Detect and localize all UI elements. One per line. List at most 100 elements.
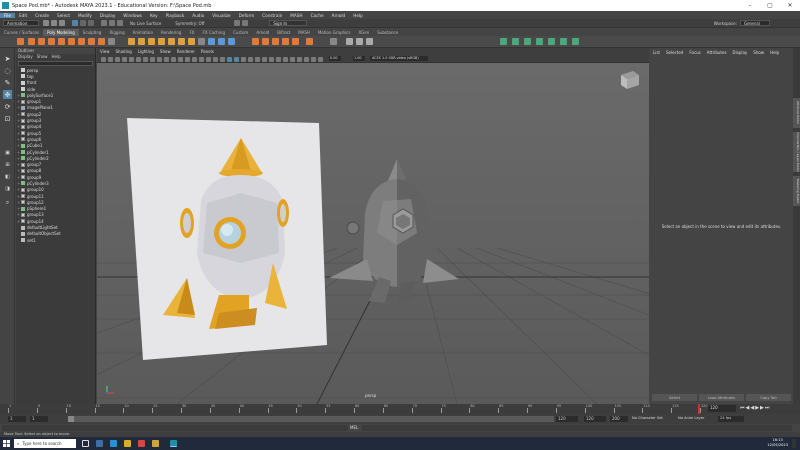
shelf-tab-fx[interactable]: FX bbox=[185, 29, 198, 36]
animation-end-field[interactable]: 200 bbox=[610, 416, 628, 422]
side-tab-modeling-toolkit[interactable]: Modeling Toolkit bbox=[793, 176, 800, 206]
outliner-search-input[interactable] bbox=[18, 61, 93, 66]
load-attributes-button[interactable]: Load Attributes bbox=[699, 394, 744, 401]
shelf-tool-icon[interactable] bbox=[272, 38, 279, 45]
taskbar-search-input[interactable]: ⌕ Type here to search bbox=[14, 439, 76, 448]
minimize-button[interactable]: – bbox=[740, 0, 760, 11]
snap-grid-icon[interactable] bbox=[101, 20, 107, 26]
outliner-menu-display[interactable]: Display bbox=[16, 54, 35, 60]
playback-start-field[interactable]: 1 bbox=[30, 416, 48, 422]
shelf-tool-icon[interactable] bbox=[48, 38, 55, 45]
attribute-menu-list[interactable]: List bbox=[650, 50, 663, 55]
shelf-tool-icon[interactable] bbox=[68, 38, 75, 45]
viewport-menu-view[interactable]: View bbox=[97, 49, 113, 54]
viewport-tool-icon[interactable] bbox=[318, 56, 323, 62]
viewport-tool-icon[interactable] bbox=[122, 56, 127, 62]
shelf-tool-icon[interactable] bbox=[346, 38, 353, 45]
menu-arnold[interactable]: Arnold bbox=[328, 13, 350, 18]
shelf-tab-animation[interactable]: Animation bbox=[129, 29, 157, 36]
current-frame-field[interactable]: 120 bbox=[708, 405, 736, 412]
shelf-tab-substance[interactable]: Substance bbox=[373, 29, 402, 36]
shelf-tab-arnold[interactable]: Arnold bbox=[252, 29, 273, 36]
menu-edit[interactable]: Edit bbox=[15, 13, 31, 18]
viewport-tool-icon[interactable] bbox=[178, 56, 183, 62]
folder-icon[interactable] bbox=[152, 440, 159, 447]
start-time-field[interactable]: 1 bbox=[8, 416, 26, 422]
maya-taskbar-icon[interactable] bbox=[170, 440, 177, 447]
anim-layer-dropdown[interactable]: No Anim Layer bbox=[678, 416, 714, 422]
range-slider-bar[interactable] bbox=[68, 416, 554, 422]
viewport-tool-icon[interactable] bbox=[171, 56, 176, 62]
select-button[interactable]: Select bbox=[652, 394, 697, 401]
shelf-tool-icon[interactable] bbox=[306, 38, 313, 45]
copy-tab-button[interactable]: Copy Tab bbox=[746, 394, 791, 401]
viewport-tool-icon[interactable] bbox=[276, 56, 281, 62]
outliner-item[interactable]: set1 bbox=[16, 237, 95, 243]
shelf-tool-icon[interactable] bbox=[282, 38, 289, 45]
viewport-tool-icon[interactable] bbox=[185, 56, 190, 62]
viewport-tool-icon[interactable] bbox=[227, 56, 232, 62]
sign-in-button[interactable]: Sign In bbox=[269, 20, 308, 26]
viewport-tool-icon[interactable] bbox=[241, 56, 246, 62]
attribute-menu-display[interactable]: Display bbox=[730, 50, 751, 55]
shelf-tool-icon[interactable] bbox=[218, 38, 225, 45]
menu-modify[interactable]: Modify bbox=[74, 13, 96, 18]
shelf-tool-icon[interactable] bbox=[188, 38, 195, 45]
save-scene-icon[interactable] bbox=[59, 20, 65, 26]
shelf-tool-icon[interactable] bbox=[168, 38, 175, 45]
playback-controls[interactable]: ⏮◀◀▶▶⏭ bbox=[740, 405, 770, 411]
shelf-tool-icon[interactable] bbox=[512, 38, 519, 45]
shelf-tool-icon[interactable] bbox=[262, 38, 269, 45]
rotate-tool-icon[interactable]: ⟳ bbox=[3, 102, 12, 111]
viewport-tool-icon[interactable] bbox=[157, 56, 162, 62]
viewport-menu-renderer[interactable]: Renderer bbox=[174, 49, 198, 54]
snap-curve-icon[interactable] bbox=[109, 20, 115, 26]
side-tab-channel-box[interactable]: Channel Box / Layer Editor bbox=[793, 132, 800, 172]
store-icon[interactable] bbox=[110, 440, 117, 447]
scale-tool-icon[interactable]: ⊡ bbox=[3, 114, 12, 123]
shelf-tool-icon[interactable] bbox=[252, 38, 259, 45]
shelf-tool-icon[interactable] bbox=[98, 38, 105, 45]
viewport-tool-icon[interactable] bbox=[311, 56, 316, 62]
symmetry-label[interactable]: Symmetry: Off bbox=[175, 21, 204, 26]
move-tool-icon[interactable]: ✥ bbox=[3, 90, 12, 99]
viewport-tool-icon[interactable] bbox=[213, 56, 218, 62]
shelf-tool-icon[interactable] bbox=[138, 38, 145, 45]
edge-browser-icon[interactable] bbox=[96, 440, 103, 447]
menu-help[interactable]: Help bbox=[349, 13, 367, 18]
side-tab-attribute-editor[interactable]: Attribute Editor bbox=[793, 98, 800, 128]
viewport-panel[interactable]: View Shading Lighting Show Renderer Panels 0.… bbox=[97, 48, 649, 404]
attribute-menu-selected[interactable]: Selected bbox=[663, 50, 686, 55]
shelf-tool-icon[interactable] bbox=[28, 38, 35, 45]
viewport-tool-icon[interactable] bbox=[143, 56, 148, 62]
ipr-render-icon[interactable] bbox=[242, 20, 249, 26]
maximize-button[interactable]: ▢ bbox=[760, 0, 780, 11]
viewport-tool-icon[interactable] bbox=[129, 56, 134, 62]
menu-visualize[interactable]: Visualize bbox=[208, 13, 234, 18]
viewport-tool-icon[interactable] bbox=[248, 56, 253, 62]
shelf-tool-icon[interactable] bbox=[58, 38, 65, 45]
render-icon[interactable] bbox=[234, 20, 241, 26]
viewport-tool-icon[interactable] bbox=[115, 56, 120, 62]
character-set-dropdown[interactable]: No Character Set bbox=[632, 416, 674, 422]
menu-set-dropdown[interactable]: Animation bbox=[3, 20, 39, 26]
outliner-menu-show[interactable]: Show bbox=[35, 54, 50, 60]
shelf-tool-icon[interactable] bbox=[38, 38, 45, 45]
viewport-tool-icon[interactable] bbox=[255, 56, 260, 62]
viewport-tool-icon[interactable] bbox=[192, 56, 197, 62]
fps-dropdown[interactable]: 24 fps bbox=[718, 416, 744, 422]
shelf-tool-icon[interactable] bbox=[330, 38, 337, 45]
color-space-dropdown[interactable]: ACES 1.0 SDR-video (sRGB) bbox=[370, 56, 428, 61]
viewport-tool-icon[interactable] bbox=[164, 56, 169, 62]
shelf-tab-sculpting[interactable]: Sculpting bbox=[79, 29, 106, 36]
shelf-tool-icon[interactable] bbox=[292, 38, 299, 45]
playback-end-field[interactable]: 120 bbox=[556, 416, 578, 422]
file-explorer-icon[interactable] bbox=[124, 440, 131, 447]
viewport-tool-icon[interactable] bbox=[199, 56, 204, 62]
open-scene-icon[interactable] bbox=[51, 20, 57, 26]
viewport-tool-icon[interactable] bbox=[262, 56, 267, 62]
menu-cache[interactable]: Cache bbox=[307, 13, 328, 18]
select-by-component-icon[interactable] bbox=[88, 20, 94, 26]
attribute-menu-show[interactable]: Show bbox=[750, 50, 767, 55]
shelf-tab-poly-modeling[interactable]: Poly Modeling bbox=[43, 29, 79, 36]
